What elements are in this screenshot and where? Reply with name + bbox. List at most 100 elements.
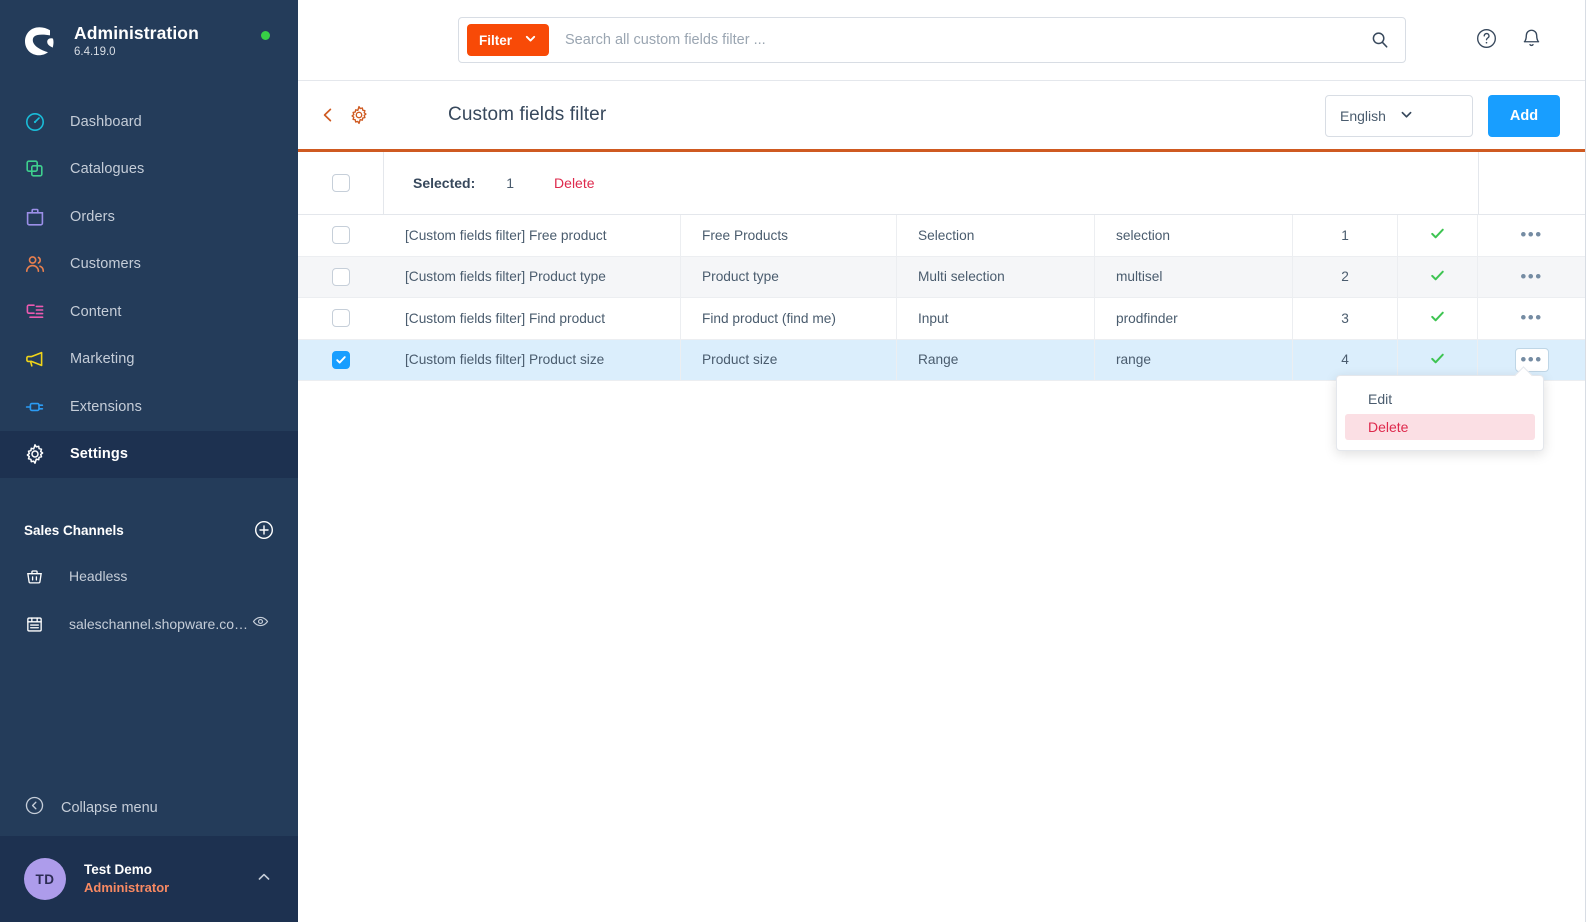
sales-channel-label: Headless [69, 568, 128, 584]
sidebar-item-catalogues[interactable]: Catalogues [0, 146, 298, 194]
ellipsis-icon[interactable]: ••• [1515, 223, 1549, 247]
app-root: Administration 6.4.19.0 Dashboard Catalo… [0, 0, 1586, 922]
orders-icon [24, 206, 54, 228]
chevron-down-icon [524, 32, 537, 48]
bulk-actions-body: Selected: 1 Delete [384, 151, 1479, 215]
marketing-icon [24, 348, 54, 370]
collapse-menu-label: Collapse menu [61, 800, 158, 816]
check-icon [1429, 225, 1446, 245]
cell-actions: ••• [1478, 215, 1585, 256]
sidebar-item-dashboard[interactable]: Dashboard [0, 98, 298, 146]
sidebar-brand[interactable]: Administration 6.4.19.0 [0, 0, 298, 82]
language-select-value: English [1340, 108, 1386, 124]
avatar: TD [24, 858, 66, 900]
table-row[interactable]: [Custom fields filter] Find product Find… [298, 298, 1585, 340]
language-select[interactable]: English [1325, 95, 1473, 137]
sales-channels-header: Sales Channels [0, 508, 298, 552]
context-menu-item-delete[interactable]: Delete [1345, 414, 1535, 440]
bulk-actions-bar: Selected: 1 Delete [298, 151, 1585, 215]
bulk-delete-button[interactable]: Delete [554, 175, 594, 191]
cell-name: [Custom fields filter] Free product [384, 215, 681, 256]
shopware-logo-icon [22, 24, 56, 58]
page-header-actions: English Add [1325, 95, 1560, 137]
sidebar-item-label: Orders [70, 208, 115, 225]
sidebar-item-content[interactable]: Content [0, 288, 298, 336]
chevron-down-icon [1399, 107, 1458, 125]
cell-technical: prodfinder [1095, 298, 1293, 339]
select-all-checkbox[interactable] [331, 174, 350, 192]
main-content: Filter Search all custom fields filter .… [298, 0, 1586, 922]
chevron-up-icon[interactable] [256, 869, 274, 890]
selected-count: 1 [506, 175, 515, 191]
sidebar-item-marketing[interactable]: Marketing [0, 336, 298, 384]
catalogue-icon [24, 158, 54, 180]
cell-label: Product type [681, 256, 897, 297]
plus-circle-icon[interactable] [254, 520, 274, 540]
chevron-left-icon[interactable] [318, 105, 340, 125]
user-menu-button[interactable]: TD Test Demo Administrator [0, 836, 298, 922]
sidebar-item-customers[interactable]: Customers [0, 241, 298, 289]
sales-channel-label: saleschannel.shopware.co… [69, 616, 248, 632]
row-checkbox[interactable] [332, 267, 350, 286]
page-title: Custom fields filter [448, 104, 607, 125]
filter-button[interactable]: Filter [467, 24, 550, 56]
storefront-icon [25, 615, 51, 634]
status-online-dot [261, 31, 270, 40]
cell-technical: multisel [1095, 256, 1293, 297]
sales-channel-item-headless[interactable]: Headless [0, 552, 298, 600]
row-checkbox[interactable] [332, 309, 350, 328]
row-checkbox[interactable] [332, 226, 350, 245]
help-circle-icon[interactable] [1475, 27, 1498, 55]
cell-label: Find product (find me) [681, 298, 897, 339]
settings-gear-icon[interactable] [349, 105, 371, 125]
context-menu-item-edit[interactable]: Edit [1345, 386, 1535, 412]
cell-position: 4 [1293, 339, 1398, 380]
add-button[interactable]: Add [1488, 95, 1560, 137]
cell-position: 3 [1293, 298, 1398, 339]
ellipsis-icon[interactable]: ••• [1515, 306, 1549, 330]
table-row[interactable]: [Custom fields filter] Product type Prod… [298, 256, 1585, 298]
sales-channel-item-storefront[interactable]: saleschannel.shopware.co… [0, 600, 298, 648]
bulk-actions-tail [1479, 152, 1585, 215]
cell-name: [Custom fields filter] Product type [384, 256, 681, 297]
check-icon [1429, 267, 1446, 287]
extensions-icon [24, 396, 54, 418]
cell-actions: ••• [1478, 298, 1585, 339]
sidebar-item-orders[interactable]: Orders [0, 193, 298, 241]
bell-icon[interactable] [1520, 27, 1543, 55]
table-row[interactable]: [Custom fields filter] Free product Free… [298, 215, 1585, 257]
cell-name: [Custom fields filter] Product size [384, 339, 681, 380]
sidebar-item-settings[interactable]: Settings [0, 430, 298, 478]
row-context-menu: Edit Delete [1336, 366, 1544, 451]
sidebar-item-label: Marketing [70, 351, 135, 368]
user-info: Test Demo Administrator [84, 861, 256, 897]
cell-technical: range [1095, 339, 1293, 380]
collapse-menu-button[interactable]: Collapse menu [0, 780, 298, 836]
brand-version: 6.4.19.0 [74, 45, 116, 58]
page-header: Custom fields filter English Add [298, 81, 1585, 149]
ellipsis-icon[interactable]: ••• [1514, 347, 1549, 372]
row-select-cell [298, 215, 384, 256]
check-icon [1429, 308, 1446, 328]
sidebar-item-label: Settings [70, 446, 128, 463]
cell-position: 1 [1293, 215, 1398, 256]
user-role: Administrator [84, 880, 170, 895]
cell-type: Selection [897, 215, 1095, 256]
dashboard-icon [24, 111, 54, 133]
brand-title: Administration [74, 22, 199, 43]
sales-channels-title: Sales Channels [24, 522, 124, 538]
row-checkbox[interactable] [332, 350, 350, 369]
select-all-cell [298, 151, 384, 215]
search-input[interactable] [565, 32, 1355, 48]
topbar: Filter [298, 0, 1585, 81]
filter-button-label: Filter [479, 32, 513, 48]
sidebar-item-extensions[interactable]: Extensions [0, 383, 298, 431]
topbar-actions [1475, 27, 1543, 55]
collapse-left-icon [24, 795, 45, 821]
cell-technical: selection [1095, 215, 1293, 256]
search-icon[interactable] [1355, 18, 1405, 62]
eye-icon[interactable] [252, 613, 269, 635]
global-search-bar: Filter [458, 17, 1406, 63]
ellipsis-icon[interactable]: ••• [1515, 265, 1549, 289]
